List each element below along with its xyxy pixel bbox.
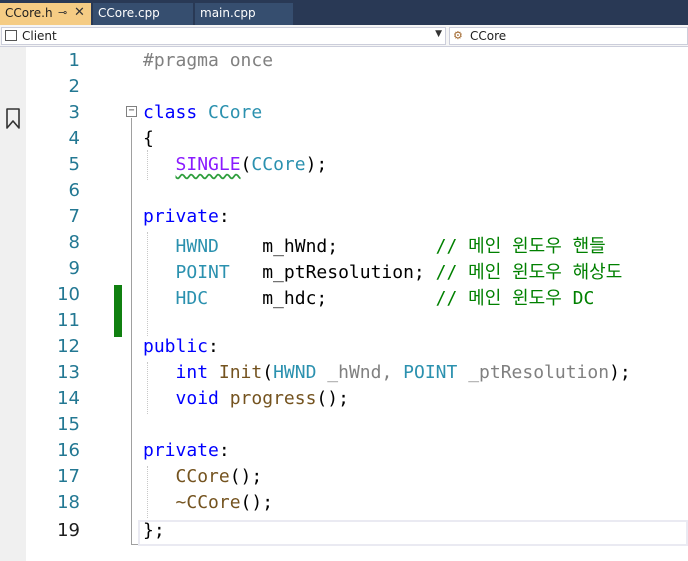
line-number: 3 — [68, 102, 80, 123]
line-number: 17 — [57, 466, 80, 487]
line-number: 4 — [68, 128, 80, 149]
code-line-10[interactable]: HDC m_hdc; // 메인 윈도우 DC — [143, 284, 595, 310]
tab-label: CCore.cpp — [98, 6, 160, 20]
chevron-down-icon: ▼ — [435, 29, 442, 39]
parameter: _ptResolution — [468, 362, 610, 383]
line-number: 5 — [68, 154, 80, 175]
function-name: progress — [229, 388, 317, 409]
line-number: 12 — [57, 336, 80, 357]
navigation-bar: Client ▼ ⚙ CCore — [0, 25, 688, 47]
pin-icon[interactable]: ⊸ — [58, 6, 67, 19]
tab-label: main.cpp — [200, 6, 256, 20]
access-specifier: private — [143, 206, 219, 227]
preprocessor-directive: #pragma once — [143, 50, 274, 71]
code-line-16[interactable]: private: — [143, 440, 230, 461]
macro-call: SINGLE — [175, 154, 241, 175]
line-number: 10 — [57, 284, 80, 305]
code-line-19[interactable]: }; — [143, 520, 165, 541]
tab-ccore-cpp[interactable]: CCore.cpp — [93, 3, 193, 25]
document-tab-bar: CCore.h ⊸ ✕ CCore.cpp main.cpp — [0, 0, 688, 25]
line-number: 14 — [57, 388, 80, 409]
punctuation: ); — [305, 154, 328, 175]
punctuation: (); — [240, 492, 274, 513]
type-name: POINT — [175, 262, 230, 283]
type-name: HDC — [175, 288, 209, 309]
comment: // 메인 윈도우 해상도 — [435, 262, 623, 283]
bookmark-icon[interactable] — [5, 108, 21, 130]
tab-main-cpp[interactable]: main.cpp — [195, 3, 293, 25]
line-number: 1 — [68, 50, 80, 71]
code-line-9[interactable]: POINT m_ptResolution; // 메인 윈도우 해상도 — [143, 258, 623, 284]
line-number: 11 — [57, 310, 80, 331]
type-name: CCore — [251, 154, 306, 175]
member-variable: m_hdc; — [262, 288, 328, 309]
type-name: POINT — [403, 362, 458, 383]
access-specifier: public — [143, 336, 209, 357]
class-icon: ⚙ — [453, 29, 463, 42]
project-dropdown[interactable]: Client ▼ — [1, 27, 446, 45]
constructor-name: CCore — [175, 466, 230, 487]
current-line-highlight — [138, 520, 688, 546]
punctuation: ( — [262, 362, 274, 383]
code-line-7[interactable]: private: — [143, 206, 230, 227]
punctuation: (); — [316, 388, 349, 409]
type-name: HWND — [273, 362, 317, 383]
member-variable: m_ptResolution; — [262, 262, 425, 283]
line-number: 7 — [68, 206, 80, 227]
code-line-18[interactable]: ~CCore(); — [143, 492, 274, 513]
destructor-name: ~CCore — [175, 492, 241, 513]
punctuation: : — [208, 336, 219, 357]
tab-label: CCore.h — [5, 6, 53, 20]
tab-ccore-h[interactable]: CCore.h ⊸ ✕ — [0, 3, 91, 25]
punctuation: (); — [229, 466, 263, 487]
class-name: CCore — [208, 102, 263, 123]
code-line-8[interactable]: HWND m_hWnd; // 메인 윈도우 핸들 — [143, 232, 606, 258]
line-number: 13 — [57, 362, 80, 383]
line-number: 6 — [68, 180, 80, 201]
keyword: int — [175, 362, 209, 383]
line-number: 15 — [57, 414, 80, 435]
code-line-1[interactable]: #pragma once — [143, 50, 273, 71]
punctuation: ( — [240, 154, 252, 175]
scope-dropdown[interactable]: ⚙ CCore — [449, 27, 688, 45]
close-icon[interactable]: ✕ — [74, 5, 85, 20]
line-number: 8 — [68, 232, 80, 253]
fold-region-line — [131, 118, 132, 545]
line-number: 9 — [68, 258, 80, 279]
function-name: Init — [218, 362, 263, 383]
code-line-5[interactable]: SINGLE(CCore); — [143, 154, 328, 175]
keyword: class — [143, 102, 198, 123]
comment: // 메인 윈도우 DC — [435, 288, 595, 309]
line-number-current: 19 — [57, 520, 80, 541]
keyword: void — [175, 388, 219, 409]
access-specifier: private — [143, 440, 219, 461]
code-line-13[interactable]: int Init(HWND _hWnd, POINT _ptResolution… — [143, 362, 631, 383]
comment: // 메인 윈도우 핸들 — [435, 236, 606, 257]
line-number: 16 — [57, 440, 80, 461]
code-line-12[interactable]: public: — [143, 336, 219, 357]
punctuation: { — [143, 128, 154, 149]
parameter: _hWnd, — [327, 362, 393, 383]
code-line-14[interactable]: void progress(); — [143, 388, 349, 409]
scope-label: CCore — [470, 29, 507, 43]
code-line-4[interactable]: { — [143, 128, 154, 149]
line-number: 2 — [68, 76, 80, 97]
type-name: HWND — [175, 236, 219, 257]
changed-lines-marker — [114, 285, 122, 337]
line-number: 18 — [57, 492, 80, 513]
punctuation: : — [218, 206, 230, 227]
punctuation: ); — [609, 362, 631, 383]
project-label: Client — [22, 29, 57, 43]
code-line-3[interactable]: class CCore — [143, 102, 262, 123]
code-line-17[interactable]: CCore(); — [143, 466, 263, 487]
punctuation: }; — [143, 520, 165, 541]
collapse-icon[interactable]: − — [126, 106, 137, 117]
fold-region-end — [131, 544, 138, 545]
member-variable: m_hWnd; — [262, 236, 339, 257]
punctuation: : — [218, 440, 230, 461]
project-icon — [5, 30, 17, 41]
